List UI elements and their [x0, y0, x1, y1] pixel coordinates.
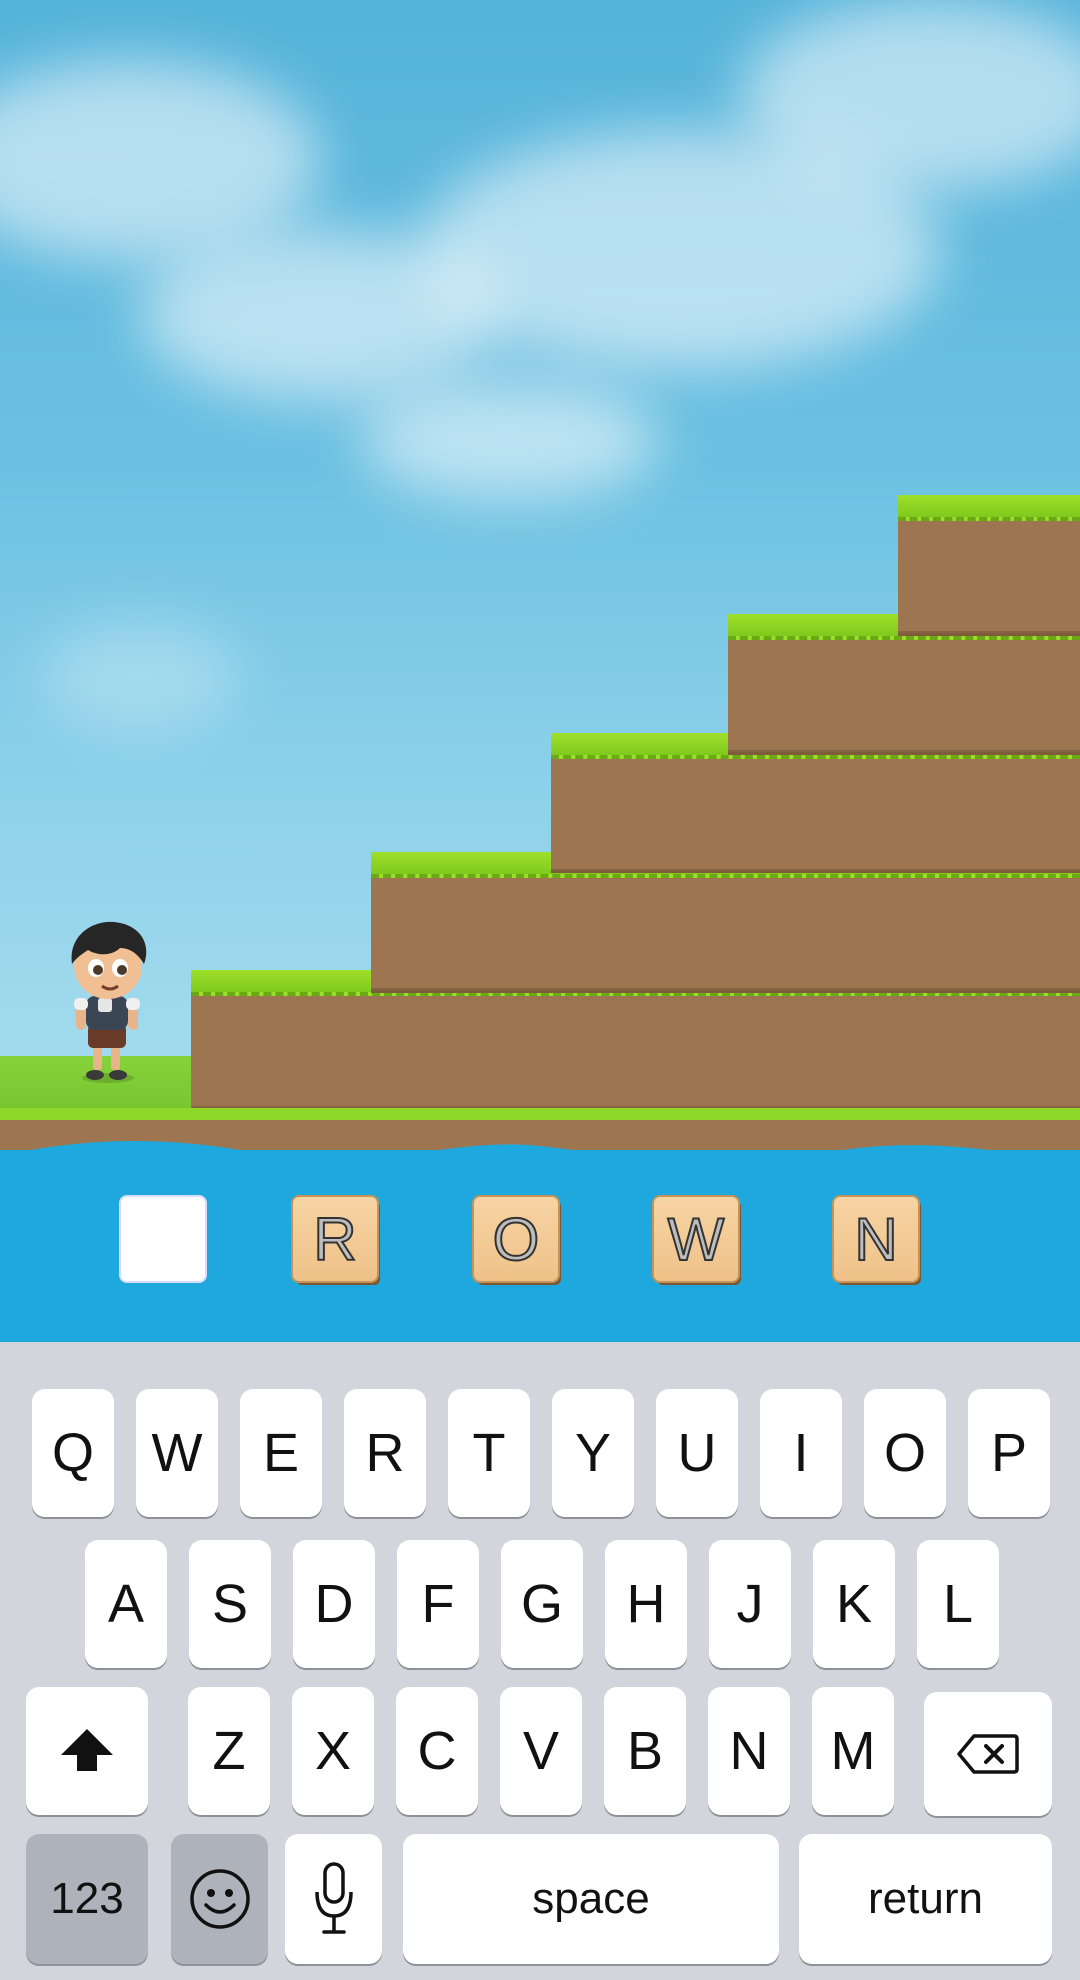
- key-a[interactable]: A: [85, 1540, 167, 1668]
- shift-arrow-icon: [61, 1729, 113, 1771]
- key-j[interactable]: J: [709, 1540, 791, 1668]
- numbers-key[interactable]: 123: [26, 1834, 148, 1964]
- water-wave: [0, 1141, 1080, 1186]
- letter-tile-3[interactable]: O: [474, 1197, 558, 1281]
- stair-step-5: [898, 495, 1080, 635]
- key-r[interactable]: R: [344, 1389, 426, 1517]
- key-o[interactable]: O: [864, 1389, 946, 1517]
- key-f[interactable]: F: [397, 1540, 479, 1668]
- space-key[interactable]: space: [403, 1834, 779, 1964]
- key-u[interactable]: U: [656, 1389, 738, 1517]
- key-h[interactable]: H: [605, 1540, 687, 1668]
- step-seam: [728, 752, 1080, 755]
- key-z[interactable]: Z: [188, 1687, 270, 1815]
- step-seam: [898, 633, 1080, 636]
- key-b[interactable]: B: [604, 1687, 686, 1815]
- game-scene: R O W N: [0, 0, 1080, 1342]
- key-q[interactable]: Q: [32, 1389, 114, 1517]
- microphone-icon: [314, 1862, 353, 1934]
- step-seam: [371, 990, 1080, 993]
- grass-top: [898, 495, 1080, 521]
- key-v[interactable]: V: [500, 1687, 582, 1815]
- key-p[interactable]: P: [968, 1389, 1050, 1517]
- key-s[interactable]: S: [189, 1540, 271, 1668]
- letter-tile-5[interactable]: N: [834, 1197, 918, 1281]
- key-g[interactable]: G: [501, 1540, 583, 1668]
- letter-tile-2[interactable]: R: [293, 1197, 377, 1281]
- key-d[interactable]: D: [293, 1540, 375, 1668]
- backspace-key[interactable]: [924, 1692, 1052, 1816]
- key-t[interactable]: T: [448, 1389, 530, 1517]
- key-y[interactable]: Y: [552, 1389, 634, 1517]
- cloud: [40, 620, 240, 730]
- key-i[interactable]: I: [760, 1389, 842, 1517]
- letter-slot-1[interactable]: [121, 1197, 205, 1281]
- onscreen-keyboard: Q W E R T Y U I O P A S D F G H J K L Z …: [0, 1342, 1080, 1980]
- cloud: [0, 60, 320, 260]
- letter-tile-4[interactable]: W: [654, 1197, 738, 1281]
- microphone-key[interactable]: [285, 1834, 382, 1964]
- emoji-key[interactable]: [171, 1834, 268, 1964]
- key-x[interactable]: X: [292, 1687, 374, 1815]
- key-n[interactable]: N: [708, 1687, 790, 1815]
- key-w[interactable]: W: [136, 1389, 218, 1517]
- key-k[interactable]: K: [813, 1540, 895, 1668]
- backspace-icon: [957, 1734, 1019, 1774]
- key-c[interactable]: C: [396, 1687, 478, 1815]
- shift-key[interactable]: [26, 1687, 148, 1815]
- key-l[interactable]: L: [917, 1540, 999, 1668]
- stair-step-2: [371, 852, 1080, 992]
- step-seam: [551, 870, 1080, 873]
- smiley-icon: [189, 1869, 250, 1929]
- cloud: [360, 380, 660, 500]
- boy-character: [71, 921, 147, 1083]
- return-key[interactable]: return: [799, 1834, 1052, 1964]
- key-e[interactable]: E: [240, 1389, 322, 1517]
- key-m[interactable]: M: [812, 1687, 894, 1815]
